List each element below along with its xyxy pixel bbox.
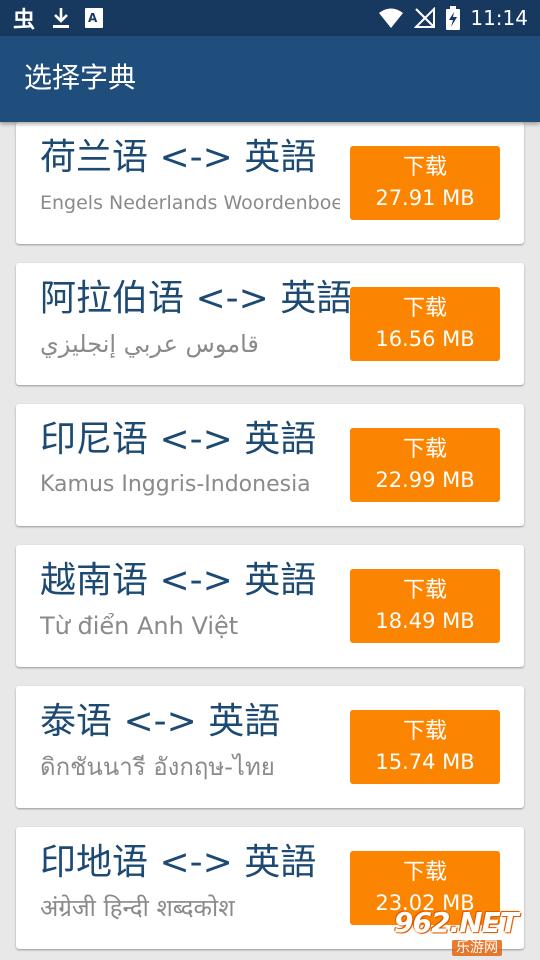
dictionary-title: 印地语 <-> 英語 [40,842,317,883]
dictionary-card[interactable]: 荷兰语 <-> 英語 Engels Nederlands Woordenboek… [16,122,524,244]
download-size: 18.49 MB [375,609,475,633]
watermark-logo: 962.NET [394,906,519,939]
status-bar-system: 11:14 [378,4,528,32]
no-signal-icon [414,7,436,29]
dictionary-title: 泰语 <-> 英語 [40,701,281,742]
download-size: 16.56 MB [375,327,475,351]
svg-text:虫: 虫 [13,7,35,31]
dictionary-subtitle: قاموس عربي إنجليزي [40,330,259,358]
download-button[interactable]: 下载 15.74 MB [350,710,500,784]
download-label: 下载 [402,437,447,462]
download-label: 下载 [402,296,447,321]
download-button[interactable]: 下载 16.56 MB [350,287,500,361]
status-time: 11:14 [470,6,528,30]
download-button[interactable]: 下载 27.91 MB [350,146,500,220]
site-watermark: 962.NET 乐游网 [394,906,534,956]
battery-charging-icon [446,6,461,30]
dictionary-list[interactable]: 荷兰语 <-> 英語 Engels Nederlands Woordenboek… [0,122,540,960]
app-bar: 选择字典 [0,36,540,122]
watermark-caption: 乐游网 [452,940,502,956]
download-label: 下载 [402,860,447,885]
wifi-icon [378,7,404,29]
status-bar: 虫 A 11:14 [0,0,540,36]
page-title: 选择字典 [24,61,137,94]
bug-icon: 虫 [12,5,38,31]
dictionary-subtitle: Engels Nederlands Woordenboek [40,192,340,214]
status-bar-notifications: 虫 A [12,4,104,32]
dictionary-card[interactable]: 越南语 <-> 英語 Từ điển Anh Việt 下载 18.49 MB [16,545,524,667]
dictionary-card[interactable]: 阿拉伯语 <-> 英語 قاموس عربي إنجليزي 下载 16.56 … [16,263,524,385]
dictionary-card[interactable]: 泰语 <-> 英語 ดิกชันนารี อังกฤษ-ไทย 下载 15.74… [16,686,524,808]
download-button[interactable]: 下载 22.99 MB [350,428,500,502]
dictionary-title: 荷兰语 <-> 英語 [40,137,317,178]
dictionary-subtitle: Từ điển Anh Việt [40,612,239,640]
dictionary-subtitle: ดิกชันนารี อังกฤษ-ไทย [40,753,275,781]
svg-text:A: A [88,11,98,25]
download-size: 22.99 MB [375,468,475,492]
download-button[interactable]: 下载 18.49 MB [350,569,500,643]
download-size: 27.91 MB [375,186,475,210]
download-label: 下载 [402,155,447,180]
font-icon: A [84,7,104,29]
download-size: 15.74 MB [375,750,475,774]
dictionary-title: 印尼语 <-> 英語 [40,419,317,460]
dictionary-subtitle: अंग्रेजी हिन्दी शब्दकोश [40,894,235,922]
dictionary-subtitle: Kamus Inggris-Indonesia [40,472,311,497]
dictionary-title: 阿拉伯语 <-> 英語 [40,278,353,319]
download-label: 下载 [402,719,447,744]
download-label: 下载 [402,578,447,603]
download-icon [50,6,72,30]
dictionary-card[interactable]: 印尼语 <-> 英語 Kamus Inggris-Indonesia 下载 22… [16,404,524,526]
dictionary-title: 越南语 <-> 英語 [40,560,317,601]
